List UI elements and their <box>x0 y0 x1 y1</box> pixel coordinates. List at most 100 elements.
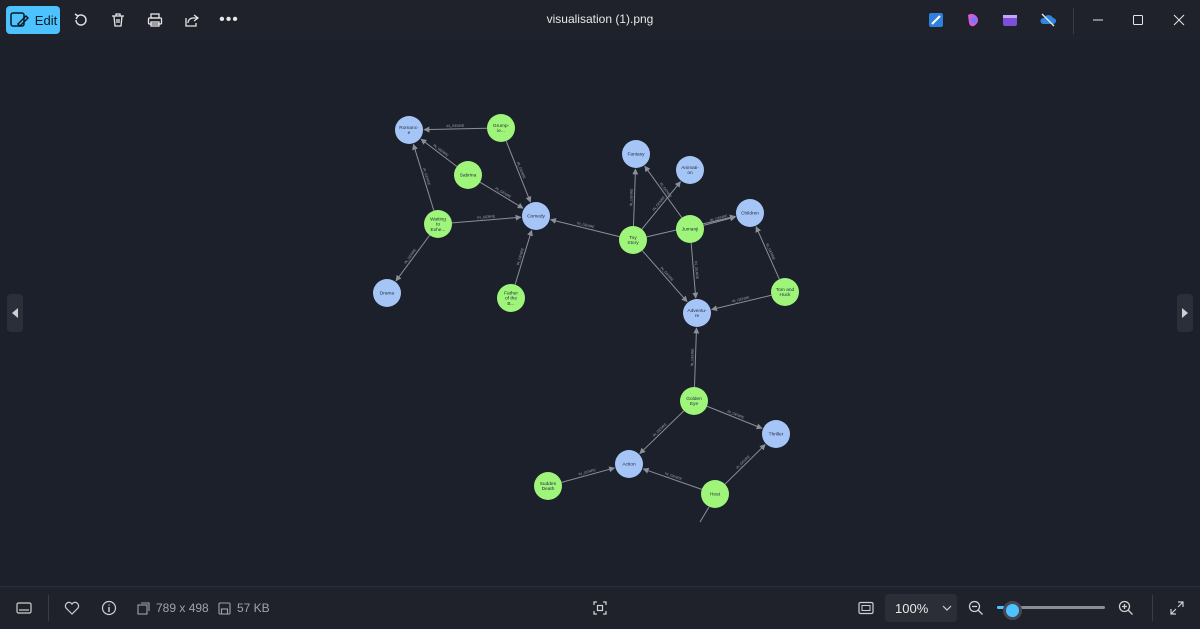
zoom-level-dropdown[interactable]: 100% <box>885 594 957 622</box>
edge-sabrina-comedy <box>479 181 524 209</box>
photo-edit-app-icon <box>929 13 943 27</box>
visual-search-icon <box>593 601 607 615</box>
favorite-button[interactable] <box>62 598 82 618</box>
edge-heat-thriller <box>724 444 766 485</box>
node-tomhuck: Tom and Huck <box>771 278 799 306</box>
node-toystory: Toy Story <box>619 226 647 254</box>
close-icon <box>1173 14 1185 26</box>
edge-label: IN_GENRE <box>432 143 449 157</box>
edge-label: IN_GENRE <box>477 214 496 219</box>
edge-sabrina-romance <box>420 138 458 167</box>
edge-tomhuck-children <box>755 226 780 280</box>
zoom-slider-thumb[interactable] <box>1003 601 1023 620</box>
node-label: Children <box>741 211 759 217</box>
status-bar: 789 x 498 57 KB 100% <box>0 586 1200 629</box>
edge-label: IN_GENRE <box>735 454 751 470</box>
node-waiting: Waiting to Exhe... <box>424 210 452 238</box>
zoom-out-icon <box>968 600 983 615</box>
edit-button[interactable]: Edit <box>6 6 60 34</box>
node-label: Comedy <box>527 214 545 220</box>
node-label: Jumanji <box>682 227 699 233</box>
rotate-icon <box>74 13 87 26</box>
edge-label: IN_GENRE <box>652 195 667 212</box>
file-info-button[interactable] <box>99 598 119 618</box>
edge-jumanji-fantasy <box>644 165 683 218</box>
fit-to-window-button[interactable] <box>856 598 876 618</box>
visual-search-button[interactable] <box>590 598 610 618</box>
share-button[interactable] <box>181 10 203 30</box>
filmstrip-icon <box>16 602 32 614</box>
printer-icon <box>147 13 163 27</box>
node-children: Children <box>736 199 764 227</box>
node-label: Action <box>622 462 636 468</box>
copilot-button[interactable] <box>964 11 982 29</box>
edit-label: Edit <box>34 12 58 28</box>
edge-waiting-romance <box>412 143 435 211</box>
cloud-offline-icon <box>1040 13 1056 27</box>
heart-icon <box>64 601 80 615</box>
node-heat: Heat <box>701 480 729 508</box>
window-title: visualisation (1).png <box>546 12 654 26</box>
edge-label: IN_GENRE <box>446 124 465 128</box>
zoom-in-button[interactable] <box>1116 598 1136 618</box>
onedrive-button[interactable] <box>1038 11 1058 29</box>
edge-grumpier-romance <box>423 126 488 133</box>
share-icon <box>185 14 200 27</box>
more-options-button[interactable]: ••• <box>218 10 240 30</box>
maximize-button[interactable] <box>1128 10 1148 30</box>
edge-label: IN_GENRE <box>690 348 695 367</box>
minimize-icon <box>1093 19 1103 21</box>
video-app-icon <box>1003 15 1017 26</box>
edge-toystory-fantasy <box>632 168 639 227</box>
file-size: 57 KB <box>218 601 270 615</box>
node-sabrina: Sabrina <box>454 161 482 189</box>
dimensions-text: 789 x 498 <box>156 601 209 615</box>
minimize-button[interactable] <box>1088 10 1108 30</box>
print-button[interactable] <box>144 10 166 30</box>
edge-grumpier-comedy <box>505 140 532 203</box>
fit-window-icon <box>858 601 874 615</box>
edge-goldeneye-action <box>639 410 685 454</box>
previous-image-button[interactable] <box>7 294 23 332</box>
node-drama: Drama <box>373 279 401 307</box>
node-fantasy: Fantasy <box>622 140 650 168</box>
zoom-in-icon <box>1118 600 1133 615</box>
close-button[interactable] <box>1169 10 1189 30</box>
chevron-down-icon <box>942 605 952 611</box>
fullscreen-button[interactable] <box>1167 598 1187 618</box>
save-disk-icon <box>218 601 231 615</box>
edge-waiting-drama <box>395 234 431 282</box>
edge-toystory-adventure <box>641 250 688 303</box>
node-grumpier: Grump-ie... <box>487 114 515 142</box>
node-goldeneye: Golden Eye <box>680 387 708 415</box>
node-romance: Romanc-e <box>395 116 423 144</box>
file-size-text: 57 KB <box>237 601 270 615</box>
next-image-button[interactable] <box>1177 294 1193 332</box>
status-divider <box>48 595 49 621</box>
node-jumanji: Jumanji <box>676 215 704 243</box>
edge-label: IN_GENRE <box>660 266 675 283</box>
maximize-icon <box>1133 15 1143 25</box>
graph-image: IN_GENRE IN_GENRE IN_GENRE IN_GENRE IN_GENRE… <box>373 114 799 523</box>
nodes-layer: Romanc-e Grump-ie... Sabrina Comedy Waiting t… <box>373 114 799 508</box>
zoom-level-text: 100% <box>895 600 929 616</box>
edge-heat-action <box>642 467 702 490</box>
node-label: Thriller <box>769 432 784 438</box>
edge-stub <box>699 506 710 523</box>
filmstrip-button[interactable] <box>14 598 34 618</box>
rotate-button[interactable] <box>70 10 92 30</box>
node-label: Drama <box>380 291 395 297</box>
edge-label: IN_GENRE <box>652 422 668 438</box>
zoom-out-button[interactable] <box>966 598 986 618</box>
dimensions-icon <box>137 601 150 615</box>
designer-app-button[interactable] <box>927 11 945 29</box>
node-action: Action <box>615 450 643 478</box>
clipchamp-button[interactable] <box>1001 11 1019 29</box>
ellipsis-icon: ••• <box>219 11 239 28</box>
node-label: Sudden Death <box>540 481 557 492</box>
delete-button[interactable] <box>107 10 129 30</box>
edges-layer: IN_GENRE IN_GENRE IN_GENRE IN_GENRE IN_GENRE… <box>395 124 780 523</box>
chevron-left-icon <box>12 308 18 318</box>
title-bar: Edit ••• visualisation (1).png <box>0 0 1200 40</box>
edge-goldeneye-adventure <box>693 327 700 388</box>
